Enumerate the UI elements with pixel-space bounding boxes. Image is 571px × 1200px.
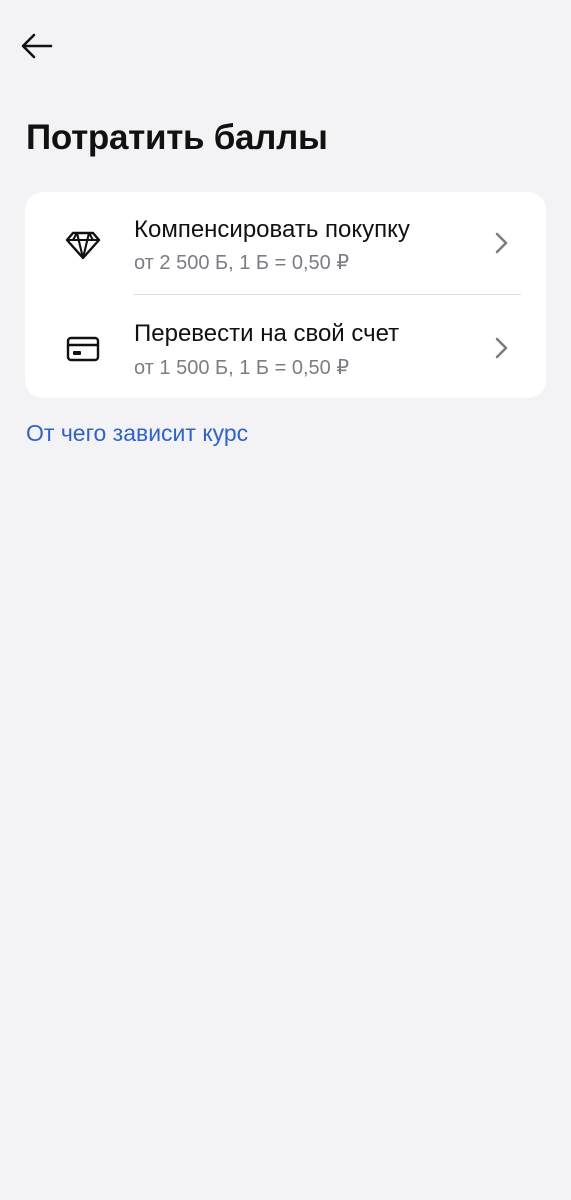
spend-options-card: Компенсировать покупку от 2 500 Б, 1 Б =…: [25, 192, 546, 398]
diamond-icon: [64, 226, 102, 264]
page-title: Потратить баллы: [26, 118, 328, 157]
chevron-right-icon: [491, 231, 511, 255]
compensate-purchase-option[interactable]: Компенсировать покупку от 2 500 Б, 1 Б =…: [25, 192, 546, 294]
option-title: Перевести на свой счет: [134, 320, 400, 347]
exchange-rate-info-link[interactable]: От чего зависит курс: [26, 418, 248, 448]
back-button[interactable]: [20, 26, 68, 66]
chevron-right-icon: [491, 336, 511, 360]
arrow-left-icon: [21, 33, 53, 59]
transfer-to-account-option[interactable]: Перевести на свой счет от 1 500 Б, 1 Б =…: [25, 295, 546, 397]
option-subtitle: от 1 500 Б, 1 Б = 0,50 ₽: [134, 357, 350, 379]
top-bar: [0, 0, 571, 92]
option-subtitle: от 2 500 Б, 1 Б = 0,50 ₽: [134, 252, 350, 274]
option-title: Компенсировать покупку: [134, 216, 410, 243]
card-icon: [64, 330, 102, 368]
